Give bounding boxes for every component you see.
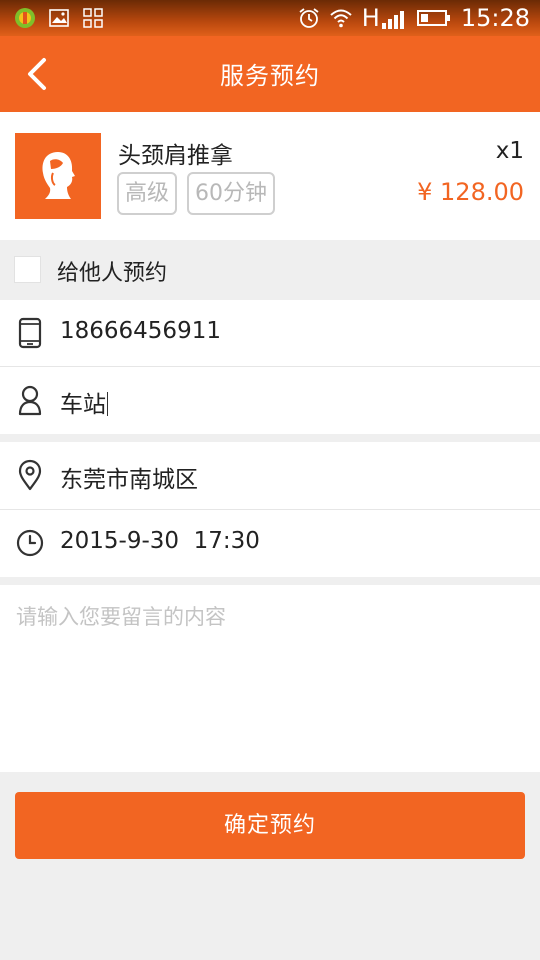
service-price: ¥ 128.00 [417, 178, 524, 206]
contact-input[interactable]: 车站 [60, 385, 108, 419]
contact-field[interactable]: 车站 [0, 367, 540, 434]
signal-icon [381, 11, 404, 29]
apps-notification-icon [83, 8, 103, 28]
alarm-icon [299, 8, 319, 28]
book-for-others-checkbox[interactable] [14, 256, 41, 283]
text-cursor [107, 392, 108, 416]
phone-icon [18, 317, 42, 349]
nav-bar: 服务预约 [0, 36, 540, 112]
network-type-label: H [361, 4, 380, 32]
confirm-booking-button[interactable]: 确定预约 [15, 792, 525, 859]
woman-head-icon [42, 152, 75, 199]
book-for-others-label: 给他人预约 [57, 261, 168, 286]
service-duration-tag: 60分钟 [187, 172, 276, 215]
clock: 15:28 [460, 4, 530, 32]
message-placeholder: 请输入您要留言的内容 [16, 605, 226, 629]
app-notification-icon [15, 8, 35, 28]
address-value: 东莞市南城区 [60, 467, 198, 493]
datetime-field[interactable]: 2015-9-30 17:30 [0, 510, 540, 577]
status-bar: H 15:28 [0, 0, 540, 36]
clock-icon [16, 529, 44, 557]
message-input[interactable]: 请输入您要留言的内容 [0, 585, 540, 772]
service-name: 头颈肩推拿 [118, 143, 233, 169]
person-icon [18, 385, 42, 416]
service-thumbnail [15, 133, 101, 219]
service-quantity: x1 [495, 138, 524, 164]
address-field[interactable]: 东莞市南城区 [0, 442, 540, 509]
datetime-value: 2015-9-30 17:30 [60, 528, 260, 554]
battery-icon [416, 10, 450, 26]
page-title: 服务预约 [220, 62, 320, 90]
contact-value: 车站 [60, 392, 106, 418]
location-pin-icon [18, 459, 42, 491]
wifi-icon [330, 9, 352, 28]
service-level-tag: 高级 [117, 172, 178, 215]
image-notification-icon [49, 9, 69, 27]
service-tags: 高级 60分钟 [117, 172, 276, 215]
service-card: 头颈肩推拿 高级 60分钟 x1 ¥ 128.00 [0, 112, 540, 240]
phone-value: 18666456911 [60, 318, 221, 344]
phone-field[interactable]: 18666456911 [0, 300, 540, 367]
book-for-others-row[interactable]: 给他人预约 [0, 240, 540, 300]
